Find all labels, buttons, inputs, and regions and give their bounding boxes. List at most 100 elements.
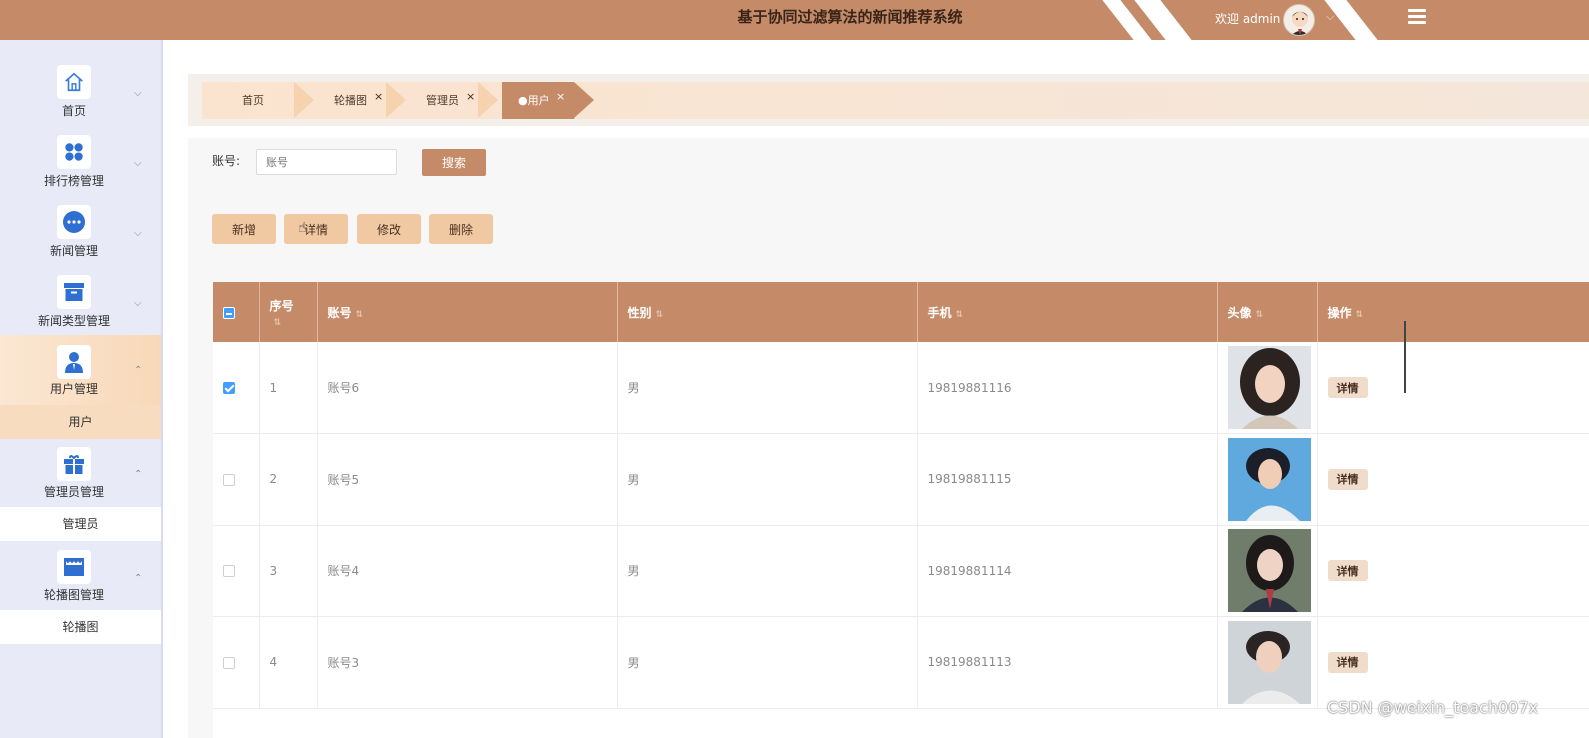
cell-avatar — [1217, 433, 1318, 526]
row-detail-button[interactable]: 详情 — [1327, 651, 1368, 673]
sort-icon[interactable]: ⇅ — [956, 310, 964, 320]
sidebar-subitem-admin[interactable]: 管理员 — [0, 507, 161, 541]
user-table: 序号 ⇅ 账号 ⇅ 性别 ⇅ 手机 ⇅ 头像 ⇅ 操作 ⇅ 1 账号6 男 1981988 — [213, 282, 1589, 738]
cell-gender: 男 — [617, 433, 918, 526]
tab-label: 管理员 — [426, 94, 459, 107]
tab-label: 首页 — [242, 94, 264, 107]
sidebar-subitem-carousel[interactable]: 轮播图 — [0, 610, 161, 644]
detail-button[interactable]: 详情 — [284, 214, 348, 244]
home-icon — [57, 65, 91, 99]
tab-home[interactable]: 首页 — [242, 82, 264, 119]
content-panel: 账号: 搜索 新增 详情 修改 删除 ☝ 序号 ⇅ 账号 ⇅ 性别 ⇅ 手机 ⇅ — [188, 138, 1589, 738]
cell-gender: 男 — [617, 342, 918, 434]
cell-avatar — [1217, 616, 1318, 709]
edit-button[interactable]: 修改 — [357, 214, 421, 244]
row-checkbox[interactable] — [223, 382, 235, 394]
add-button[interactable]: 新增 — [212, 214, 276, 244]
row-checkbox[interactable] — [223, 565, 235, 578]
cell-phone: 19819881113 — [917, 616, 1218, 709]
chevron-down-icon: ⌵ — [134, 228, 142, 239]
row-select-cell[interactable] — [213, 433, 260, 526]
cell-actions: 详情 — [1317, 342, 1589, 434]
table-row[interactable]: 2 账号5 男 19819881115 详情 — [213, 433, 1589, 526]
row-checkbox[interactable] — [223, 656, 235, 669]
chevron-down-icon: ⌵ — [134, 298, 142, 309]
sidebar-item-user-management[interactable]: 用户管理 ⌃ — [0, 335, 161, 405]
cell-phone: 19819881114 — [917, 525, 1218, 617]
sidebar-item-admin-management[interactable]: 管理员管理 ⌃ — [0, 439, 161, 507]
tab-strip: 首页 轮播图 × 管理员 × ●用户 × — [202, 82, 1589, 119]
scrollbar-edge[interactable] — [1404, 321, 1406, 393]
tab-separator — [386, 82, 406, 118]
shop-icon — [57, 550, 91, 584]
sidebar-subitem-user[interactable]: 用户 — [0, 405, 161, 439]
user-avatar-icon[interactable] — [1283, 4, 1315, 36]
tab-user[interactable]: ●用户 × — [502, 82, 574, 119]
watermark: CSDN @weixin_teach007x — [1327, 698, 1538, 717]
sort-icon[interactable]: ⇅ — [1356, 310, 1364, 320]
table-row[interactable]: 4 账号3 男 19819881113 详情 — [213, 616, 1589, 709]
column-title: 序号 — [269, 298, 294, 313]
row-detail-button[interactable]: 详情 — [1327, 377, 1368, 398]
row-checkbox[interactable] — [223, 473, 235, 486]
table-row[interactable]: 3 账号4 男 19819881114 详情 — [213, 525, 1589, 617]
column-header-gender[interactable]: 性别 ⇅ — [617, 282, 918, 342]
chevron-up-icon: ⌃ — [134, 469, 143, 480]
delete-button[interactable]: 删除 — [429, 214, 493, 244]
user-photo — [1227, 529, 1311, 613]
cell-account: 账号4 — [317, 525, 618, 617]
row-detail-button[interactable]: 详情 — [1327, 468, 1368, 490]
close-icon[interactable]: × — [466, 78, 475, 115]
close-icon[interactable]: × — [374, 78, 383, 115]
sidebar-item-home[interactable]: 首页 ⌵ — [0, 40, 161, 118]
hamburger-icon[interactable] — [1408, 9, 1426, 27]
table-row[interactable]: 1 账号6 男 19819881116 详情 — [213, 342, 1589, 434]
grid-icon — [57, 135, 91, 169]
row-select-cell[interactable] — [213, 525, 260, 617]
user-photo — [1227, 437, 1311, 521]
cell-account: 账号3 — [317, 616, 618, 709]
select-all-checkbox[interactable] — [223, 306, 235, 319]
cell-account: 账号6 — [317, 342, 618, 434]
sort-icon[interactable]: ⇅ — [274, 318, 282, 328]
column-title: 头像 — [1227, 305, 1252, 320]
sidebar-item-news[interactable]: 新闻管理 ⌵ — [0, 180, 161, 258]
chevron-down-icon[interactable]: ⌵ — [1326, 10, 1334, 24]
sort-icon[interactable]: ⇅ — [356, 310, 364, 320]
column-header-avatar[interactable]: 头像 ⇅ — [1217, 282, 1318, 342]
search-button[interactable]: 搜索 — [422, 149, 486, 176]
user-icon — [57, 345, 91, 379]
tab-carousel[interactable]: 轮播图 × — [334, 82, 383, 119]
main-content: 首页 轮播图× 管理员× ●用户× 账号: 搜索 新增 详情 修改 删除 ☝ — [163, 40, 1589, 738]
app-title: 基于协同过滤算法的新闻推荐系统 — [737, 8, 963, 26]
column-header-index[interactable]: 序号 ⇅ — [259, 282, 318, 342]
cell-avatar — [1217, 525, 1318, 617]
cell-account: 账号5 — [317, 433, 618, 526]
cell-index: 3 — [259, 525, 318, 617]
sidebar-item-news-type[interactable]: 新闻类型管理 ⌵ — [0, 250, 161, 328]
tab-label: ●用户 — [518, 94, 550, 107]
cell-actions: 详情 — [1317, 616, 1589, 709]
account-search-input[interactable] — [256, 149, 397, 175]
cell-gender: 男 — [617, 525, 918, 617]
close-icon[interactable]: × — [556, 78, 565, 115]
more-circle-icon — [57, 205, 91, 239]
sidebar-item-ranking[interactable]: 排行榜管理 ⌵ — [0, 110, 161, 188]
row-detail-button[interactable]: 详情 — [1327, 560, 1368, 582]
column-header-account[interactable]: 账号 ⇅ — [317, 282, 618, 342]
cell-phone: 19819881116 — [917, 342, 1218, 434]
cell-index: 2 — [259, 433, 318, 526]
sort-icon[interactable]: ⇅ — [1256, 310, 1264, 320]
column-header-phone[interactable]: 手机 ⇅ — [917, 282, 1218, 342]
welcome-text: 欢迎 admin — [1215, 12, 1281, 26]
select-all-cell[interactable] — [213, 282, 260, 342]
sidebar-item-carousel-management[interactable]: 轮播图管理 ⌃ — [0, 543, 161, 611]
column-header-actions[interactable]: 操作 ⇅ — [1317, 282, 1589, 342]
tab-admin[interactable]: 管理员 × — [426, 82, 475, 119]
row-select-cell[interactable] — [213, 342, 260, 434]
sort-icon[interactable]: ⇅ — [656, 310, 664, 320]
row-select-cell[interactable] — [213, 616, 260, 709]
cell-actions: 详情 — [1317, 433, 1589, 526]
sidebar: 首页 ⌵ 排行榜管理 ⌵ 新闻管理 ⌵ 新闻类型管理 ⌵ 用户管理 ⌃ 用户 管… — [0, 40, 163, 738]
user-photo — [1227, 346, 1311, 429]
